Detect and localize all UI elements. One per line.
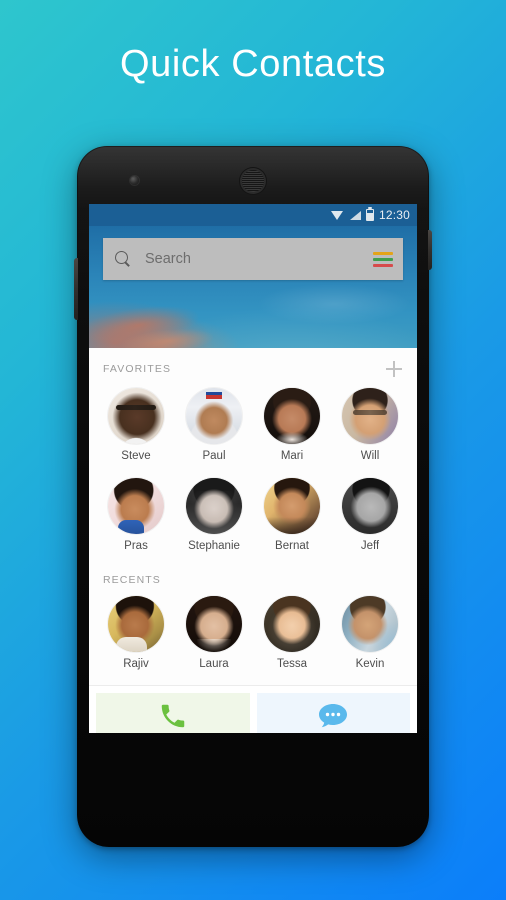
avatar[interactable] bbox=[342, 595, 398, 652]
avatar[interactable] bbox=[342, 388, 398, 444]
call-button[interactable] bbox=[96, 693, 250, 733]
search-input[interactable] bbox=[145, 251, 373, 267]
status-time: 12:30 bbox=[378, 208, 410, 222]
contact-item[interactable]: Bernat bbox=[253, 474, 331, 562]
contact-name: Kevin bbox=[355, 657, 385, 670]
page-title: Quick Contacts bbox=[119, 43, 387, 85]
contact-item[interactable]: Stephanie bbox=[175, 474, 253, 562]
avatar[interactable] bbox=[264, 595, 320, 652]
message-bubble-icon bbox=[319, 704, 348, 728]
power-button[interactable] bbox=[428, 230, 432, 270]
contact-name: Laura bbox=[199, 657, 229, 670]
menu-line-2 bbox=[373, 257, 393, 261]
hamburger-menu-icon[interactable] bbox=[373, 250, 393, 269]
avatar-photo bbox=[186, 477, 242, 534]
contacts-grid: Rajiv Laura Tessa Kevin bbox=[89, 592, 417, 680]
section-header-favorites: FAVORITES bbox=[89, 348, 417, 384]
contact-item[interactable]: Kevin bbox=[331, 592, 409, 680]
avatar[interactable] bbox=[108, 388, 164, 444]
search-icon bbox=[115, 251, 131, 267]
battery-icon bbox=[365, 209, 374, 221]
contact-item[interactable]: Paul bbox=[175, 384, 253, 472]
avatar[interactable] bbox=[264, 388, 320, 444]
contact-item[interactable]: Will bbox=[331, 384, 409, 472]
cellular-signal-icon bbox=[349, 210, 361, 221]
avatar-photo bbox=[108, 477, 164, 534]
avatar-photo bbox=[108, 388, 164, 444]
contact-item[interactable]: Pras bbox=[97, 474, 175, 562]
avatar-photo bbox=[186, 388, 242, 444]
contact-name: Will bbox=[360, 450, 380, 462]
avatar-photo bbox=[186, 595, 242, 652]
wifi-icon bbox=[330, 210, 344, 221]
camera-dot-icon bbox=[130, 176, 139, 185]
contact-name: Bernat bbox=[275, 539, 309, 552]
contact-item[interactable]: Rajiv bbox=[97, 592, 175, 680]
avatar-photo bbox=[264, 477, 320, 534]
avatar[interactable] bbox=[342, 477, 398, 534]
avatar[interactable] bbox=[108, 595, 164, 652]
avatar-photo bbox=[342, 477, 398, 534]
volume-rocker-button[interactable] bbox=[74, 258, 78, 320]
contact-name: Rajiv bbox=[123, 657, 149, 670]
contact-name: Mari bbox=[280, 450, 304, 462]
contact-item[interactable]: Mari bbox=[253, 384, 331, 472]
contact-name: Pras bbox=[124, 539, 148, 552]
phone-screen: 12:30 FAVORITES Steve Paul Mari Will Pras Step… bbox=[89, 204, 417, 733]
contact-name: Paul bbox=[202, 450, 226, 462]
contact-name: Steve bbox=[121, 450, 151, 462]
avatar[interactable] bbox=[186, 595, 242, 652]
contact-name: Stephanie bbox=[188, 539, 240, 552]
menu-line-3 bbox=[373, 263, 393, 267]
status-bar: 12:30 bbox=[89, 204, 417, 226]
search-bar[interactable] bbox=[103, 238, 403, 280]
contact-item[interactable]: Laura bbox=[175, 592, 253, 680]
action-bar bbox=[89, 686, 417, 733]
avatar-photo bbox=[342, 388, 398, 444]
phone-device: 12:30 FAVORITES Steve Paul Mari Will Pras Step… bbox=[74, 146, 432, 847]
earpiece-speaker-icon bbox=[242, 170, 264, 192]
app-header-photo bbox=[89, 226, 417, 348]
menu-line-1 bbox=[373, 251, 393, 255]
section-header-recents: RECENTS bbox=[89, 562, 417, 592]
avatar-photo bbox=[264, 388, 320, 444]
contact-item[interactable]: Steve bbox=[97, 384, 175, 472]
plus-icon[interactable] bbox=[385, 360, 403, 378]
avatar[interactable] bbox=[108, 477, 164, 534]
contacts-grid: Steve Paul Mari Will Pras Stephanie Bernat Jeff bbox=[89, 384, 417, 562]
contact-name: Jeff bbox=[360, 539, 380, 552]
avatar[interactable] bbox=[186, 388, 242, 444]
avatar-photo bbox=[108, 595, 164, 652]
section-title: RECENTS bbox=[103, 573, 161, 586]
sections-container: FAVORITES Steve Paul Mari Will Pras Stephanie B… bbox=[89, 348, 417, 679]
message-button[interactable] bbox=[256, 693, 410, 733]
avatar-photo bbox=[342, 595, 398, 652]
contact-item[interactable]: Jeff bbox=[331, 474, 409, 562]
contact-item[interactable]: Tessa bbox=[253, 592, 331, 680]
cloud-wisp bbox=[259, 284, 409, 324]
avatar[interactable] bbox=[264, 477, 320, 534]
section-title: FAVORITES bbox=[103, 363, 172, 375]
avatar[interactable] bbox=[186, 477, 242, 534]
contact-name: Tessa bbox=[276, 657, 308, 670]
avatar-photo bbox=[264, 595, 320, 652]
phone-icon bbox=[161, 705, 184, 728]
contacts-panel: FAVORITES Steve Paul Mari Will Pras Stephanie B… bbox=[89, 348, 417, 733]
